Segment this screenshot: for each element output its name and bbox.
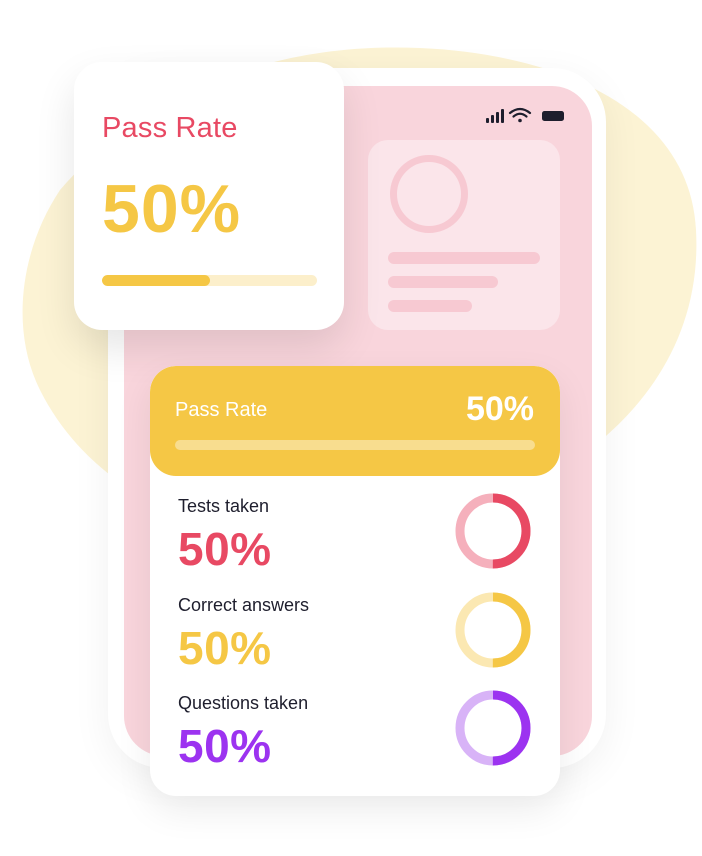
text-placeholder-line [388,252,540,264]
stats-header-progress-fill [175,440,535,450]
stat-value: 50% [178,523,272,575]
stats-card: Pass Rate 50% Tests taken 50% Correct an… [150,366,560,796]
stat-row-tests-taken: Tests taken 50% [150,493,560,592]
stats-header: Pass Rate 50% [150,366,560,476]
pass-rate-title: Pass Rate [102,112,238,144]
stats-header-value: 50% [465,390,534,428]
stat-label: Correct answers [178,595,310,615]
tests-taken-donut-chart [455,493,531,569]
pass-rate-progress-bar [102,275,317,286]
signal-icon [486,109,504,123]
stats-header-label: Pass Rate [175,399,268,421]
stat-row-questions-taken: Questions taken 50% [150,690,560,789]
text-placeholder-line [388,276,498,288]
correct-answers-donut-chart [455,592,531,668]
stats-header-progress-bar [175,440,535,450]
avatar-placeholder [390,155,468,233]
status-bar [486,107,564,123]
pass-rate-progress-fill [102,275,210,286]
stat-label: Tests taken [178,496,270,516]
wifi-icon [508,107,532,123]
pass-rate-card: Pass Rate 50% [74,62,344,330]
profile-card [368,140,560,330]
stat-row-correct-answers: Correct answers 50% [150,592,560,691]
stat-label: Questions taken [178,693,309,713]
pass-rate-value: 50% [102,171,242,247]
stat-value: 50% [178,622,272,674]
questions-taken-donut-chart [455,690,531,766]
text-placeholder-line [388,300,472,312]
stat-value: 50% [178,720,272,772]
battery-icon [542,111,564,121]
